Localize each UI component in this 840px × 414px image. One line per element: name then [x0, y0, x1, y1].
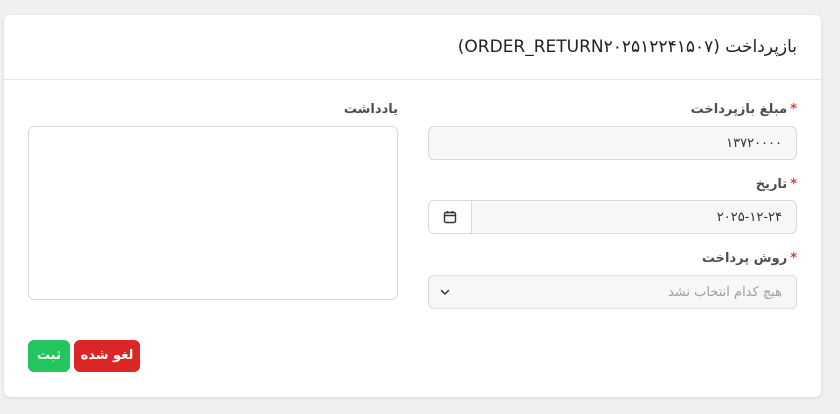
required-mark: * [790, 177, 797, 192]
page-title: بازپرداخت (ORDER_RETURN۲۰۲۵۱۲۲۴۱۵۰۷) [457, 37, 797, 57]
amount-label: *مبلغ بازپرداخت [691, 102, 797, 118]
chevron-down-icon [429, 286, 461, 298]
amount-input[interactable] [428, 126, 797, 160]
calendar-icon [443, 211, 457, 224]
required-mark: * [790, 102, 797, 117]
date-field [428, 200, 797, 234]
payment-method-label: *روش پرداخت [702, 251, 797, 267]
date-picker-button[interactable] [429, 201, 472, 233]
required-mark: * [790, 251, 797, 266]
date-input[interactable] [472, 201, 796, 233]
card-header: بازپرداخت (ORDER_RETURN۲۰۲۵۱۲۲۴۱۵۰۷) [4, 15, 821, 80]
submit-button[interactable]: ثبت [28, 340, 70, 372]
payment-method-placeholder: هیچ کدام انتخاب نشد [667, 284, 782, 300]
note-textarea[interactable] [28, 126, 398, 300]
payment-method-select[interactable]: هیچ کدام انتخاب نشد [428, 275, 797, 309]
date-label: *تاریخ [756, 177, 797, 193]
payment-method-label-text: روش پرداخت [701, 251, 788, 266]
date-label-text: تاریخ [755, 177, 788, 192]
refund-card: بازپرداخت (ORDER_RETURN۲۰۲۵۱۲۲۴۱۵۰۷) *مب… [4, 15, 821, 397]
cancel-button[interactable]: لغو شده [74, 340, 140, 372]
amount-label-text: مبلغ بازپرداخت [690, 102, 788, 117]
note-label: یادداشت [343, 102, 398, 117]
